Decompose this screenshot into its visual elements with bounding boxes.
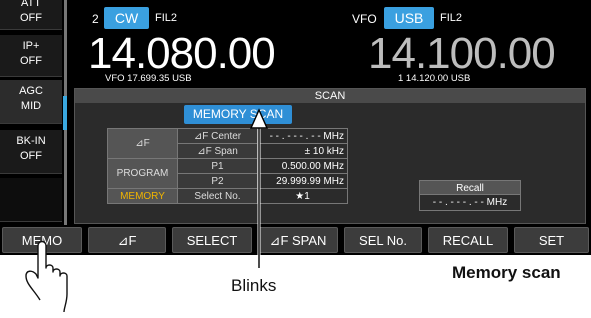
- scan-settings-table: ⊿F ⊿F Center - - . - - - . - - MHz ⊿F Sp…: [107, 128, 348, 204]
- vfo-a-filter: FIL2: [155, 12, 178, 24]
- agc-value: MID: [20, 100, 42, 112]
- recall-value[interactable]: - - . - - - . - - MHz: [419, 195, 521, 211]
- memory-group-label: MEMORY: [107, 188, 178, 204]
- delta-f-group-label: ⊿F: [107, 128, 178, 159]
- agc-title: AGC: [19, 85, 43, 97]
- delta-f-span-label: ⊿F Span: [177, 143, 258, 159]
- ip-plus-value: OFF: [20, 55, 42, 67]
- bk-in-button[interactable]: BK-IN OFF: [0, 130, 62, 174]
- att-title: ATT: [21, 0, 41, 9]
- agc-button[interactable]: AGC MID: [0, 80, 62, 124]
- att-value: OFF: [20, 12, 42, 24]
- vfo-a-sub-readout: VFO 17.699.35 USB: [105, 73, 192, 84]
- bk-in-title: BK-IN: [16, 135, 46, 147]
- function-column: ATT OFF IP+ OFF AGC MID BK-IN OFF: [0, 0, 64, 225]
- delta-f-center-value[interactable]: - - . - - - . - - MHz: [257, 128, 348, 144]
- table-row: ⊿F ⊿F Center - - . - - - . - - MHz: [107, 128, 348, 159]
- vfo-a-frequency[interactable]: 14.080.00: [88, 32, 276, 76]
- vfo-b-label: VFO: [352, 12, 377, 26]
- sel-no-key[interactable]: SEL No.: [344, 227, 422, 253]
- vfo-b-frequency[interactable]: 14.100.00: [368, 32, 556, 76]
- delta-f-span-key[interactable]: ⊿F SPAN: [258, 227, 338, 253]
- select-no-value[interactable]: ★1: [257, 188, 348, 204]
- ip-plus-title: IP+: [22, 40, 40, 52]
- att-button[interactable]: ATT OFF: [0, 0, 62, 30]
- memo-key[interactable]: MEMO: [2, 227, 82, 253]
- delta-f-key[interactable]: ⊿F: [88, 227, 166, 253]
- recall-box: Recall - - . - - - . - - MHz: [419, 180, 521, 211]
- vfo-b-mode[interactable]: USB: [384, 7, 434, 29]
- section-caption: Memory scan: [452, 263, 561, 282]
- vfo-a-mode[interactable]: CW: [104, 7, 149, 29]
- set-key[interactable]: SET: [514, 227, 589, 253]
- select-no-label: Select No.: [177, 188, 258, 204]
- table-row: PROGRAM P1 0.500.00 MHz: [107, 158, 348, 189]
- vfo-b-sub-readout: 1 14.120.00 USB: [398, 73, 471, 84]
- vfo-a-number: 2: [92, 12, 99, 26]
- table-row: MEMORY Select No. ★1: [107, 188, 348, 204]
- scan-panel-title: SCAN: [75, 89, 585, 103]
- recall-title: Recall: [419, 180, 521, 195]
- delta-f-center-label: ⊿F Center: [177, 128, 258, 144]
- p2-label: P2: [177, 173, 258, 189]
- vfo-b-filter: FIL2: [440, 12, 463, 24]
- soft-key-bar: MEMO ⊿F SELECT ⊿F SPAN SEL No. RECALL SE…: [0, 227, 591, 255]
- p2-value[interactable]: 29.999.99 MHz: [257, 173, 348, 189]
- p1-value[interactable]: 0.500.00 MHz: [257, 158, 348, 174]
- blinks-caption: Blinks: [231, 276, 277, 295]
- p1-label: P1: [177, 158, 258, 174]
- selected-indicator: [63, 96, 67, 130]
- recall-key[interactable]: RECALL: [428, 227, 508, 253]
- memory-scan-button[interactable]: MEMORY SCAN: [184, 105, 292, 124]
- program-group-label: PROGRAM: [107, 158, 178, 189]
- ip-plus-button[interactable]: IP+ OFF: [0, 35, 62, 77]
- empty-side-slot: [0, 178, 62, 222]
- delta-f-span-value[interactable]: ± 10 kHz: [257, 143, 348, 159]
- select-key[interactable]: SELECT: [172, 227, 252, 253]
- bk-in-value: OFF: [20, 150, 42, 162]
- radio-display: ATT OFF IP+ OFF AGC MID BK-IN OFF 2 CW F…: [0, 0, 591, 255]
- scan-panel: SCAN MEMORY SCAN ⊿F ⊿F Center - - . - - …: [74, 88, 586, 224]
